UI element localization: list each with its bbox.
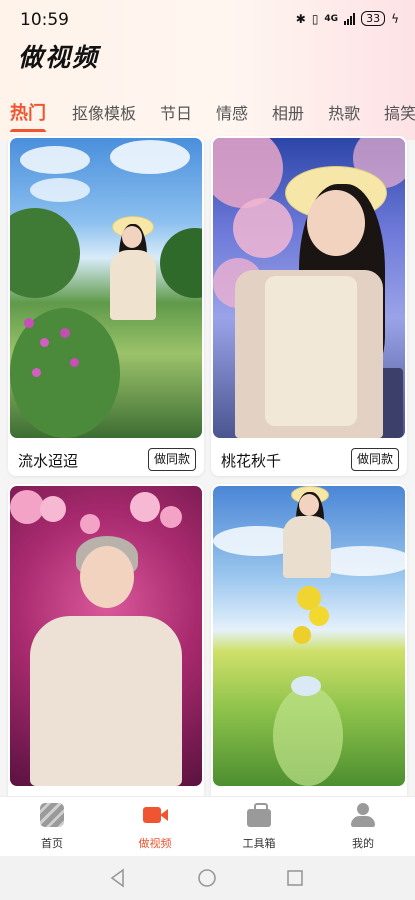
template-name: 桃花秋千 <box>221 452 282 470</box>
recent-apps-icon[interactable] <box>285 868 305 892</box>
nav-home[interactable]: 首页 <box>12 803 92 851</box>
nav-make-video[interactable]: 做视频 <box>115 803 195 851</box>
template-name: 流水迢迢 <box>18 452 79 470</box>
category-tabs[interactable]: 热门 抠像模板 节日 情感 相册 热歌 搞笑 <box>0 92 415 132</box>
system-navigation-bar <box>0 856 415 900</box>
make-same-button[interactable]: 做同款 <box>351 448 399 471</box>
template-thumbnail[interactable] <box>10 486 202 786</box>
tab-emotion[interactable]: 情感 <box>204 100 260 124</box>
template-card[interactable]: 流水迢迢 做同款 <box>8 136 204 476</box>
nav-label: 做视频 <box>138 837 172 850</box>
tab-label: 相册 <box>272 104 305 123</box>
battery-level: 33 <box>366 12 381 25</box>
template-grid[interactable]: 流水迢迢 做同款 桃花秋千 做同款 <box>0 132 415 796</box>
status-time: 10:59 <box>20 10 69 30</box>
template-thumbnail[interactable] <box>213 486 405 786</box>
template-card[interactable] <box>8 484 204 796</box>
tab-album[interactable]: 相册 <box>260 100 316 124</box>
tab-label: 情感 <box>216 104 249 123</box>
template-thumbnail[interactable] <box>10 138 202 438</box>
video-camera-icon <box>143 803 168 827</box>
home-icon <box>40 803 64 827</box>
tab-label: 热门 <box>10 103 46 124</box>
tab-label: 节日 <box>160 104 193 123</box>
bottom-navigation: 首页 做视频 工具箱 我的 <box>0 796 415 857</box>
tab-label: 热歌 <box>328 104 361 123</box>
page-title: 做视频 <box>18 43 100 72</box>
nav-label: 首页 <box>41 837 63 850</box>
back-icon[interactable] <box>108 868 128 892</box>
tab-holiday[interactable]: 节日 <box>148 100 204 124</box>
tab-cutout-templates[interactable]: 抠像模板 <box>60 100 148 124</box>
toolbox-icon <box>247 803 271 827</box>
person-image <box>106 216 160 326</box>
tab-hot-songs[interactable]: 热歌 <box>316 100 372 124</box>
person-image <box>235 166 395 438</box>
tab-label: 抠像模板 <box>72 104 137 123</box>
vibrate-icon: ▯ <box>311 11 319 26</box>
nav-label: 工具箱 <box>242 837 276 850</box>
tab-hot[interactable]: 热门 <box>0 99 60 132</box>
template-card[interactable] <box>211 484 407 796</box>
nav-profile[interactable]: 我的 <box>323 803 403 851</box>
battery-icon: 33 <box>361 11 386 26</box>
home-circle-icon[interactable] <box>197 868 217 892</box>
status-bar: 10:59 ✱ ▯ 4G 33 ϟ <box>0 0 415 38</box>
tab-label: 搞笑 <box>384 104 415 123</box>
signal-icon <box>344 12 356 25</box>
network-label: 4G <box>324 13 339 24</box>
bluetooth-icon: ✱ <box>295 11 306 26</box>
nav-toolbox[interactable]: 工具箱 <box>219 803 299 851</box>
tab-funny[interactable]: 搞笑 <box>372 100 415 124</box>
person-image <box>26 536 186 786</box>
status-icons: ✱ ▯ 4G 33 ϟ <box>296 11 399 26</box>
template-thumbnail[interactable] <box>213 138 405 438</box>
charging-icon: ϟ <box>391 11 399 26</box>
nav-label: 我的 <box>352 837 374 850</box>
person-image <box>279 486 339 582</box>
make-same-button[interactable]: 做同款 <box>148 448 196 471</box>
profile-icon <box>351 803 375 827</box>
template-card[interactable]: 桃花秋千 做同款 <box>211 136 407 476</box>
